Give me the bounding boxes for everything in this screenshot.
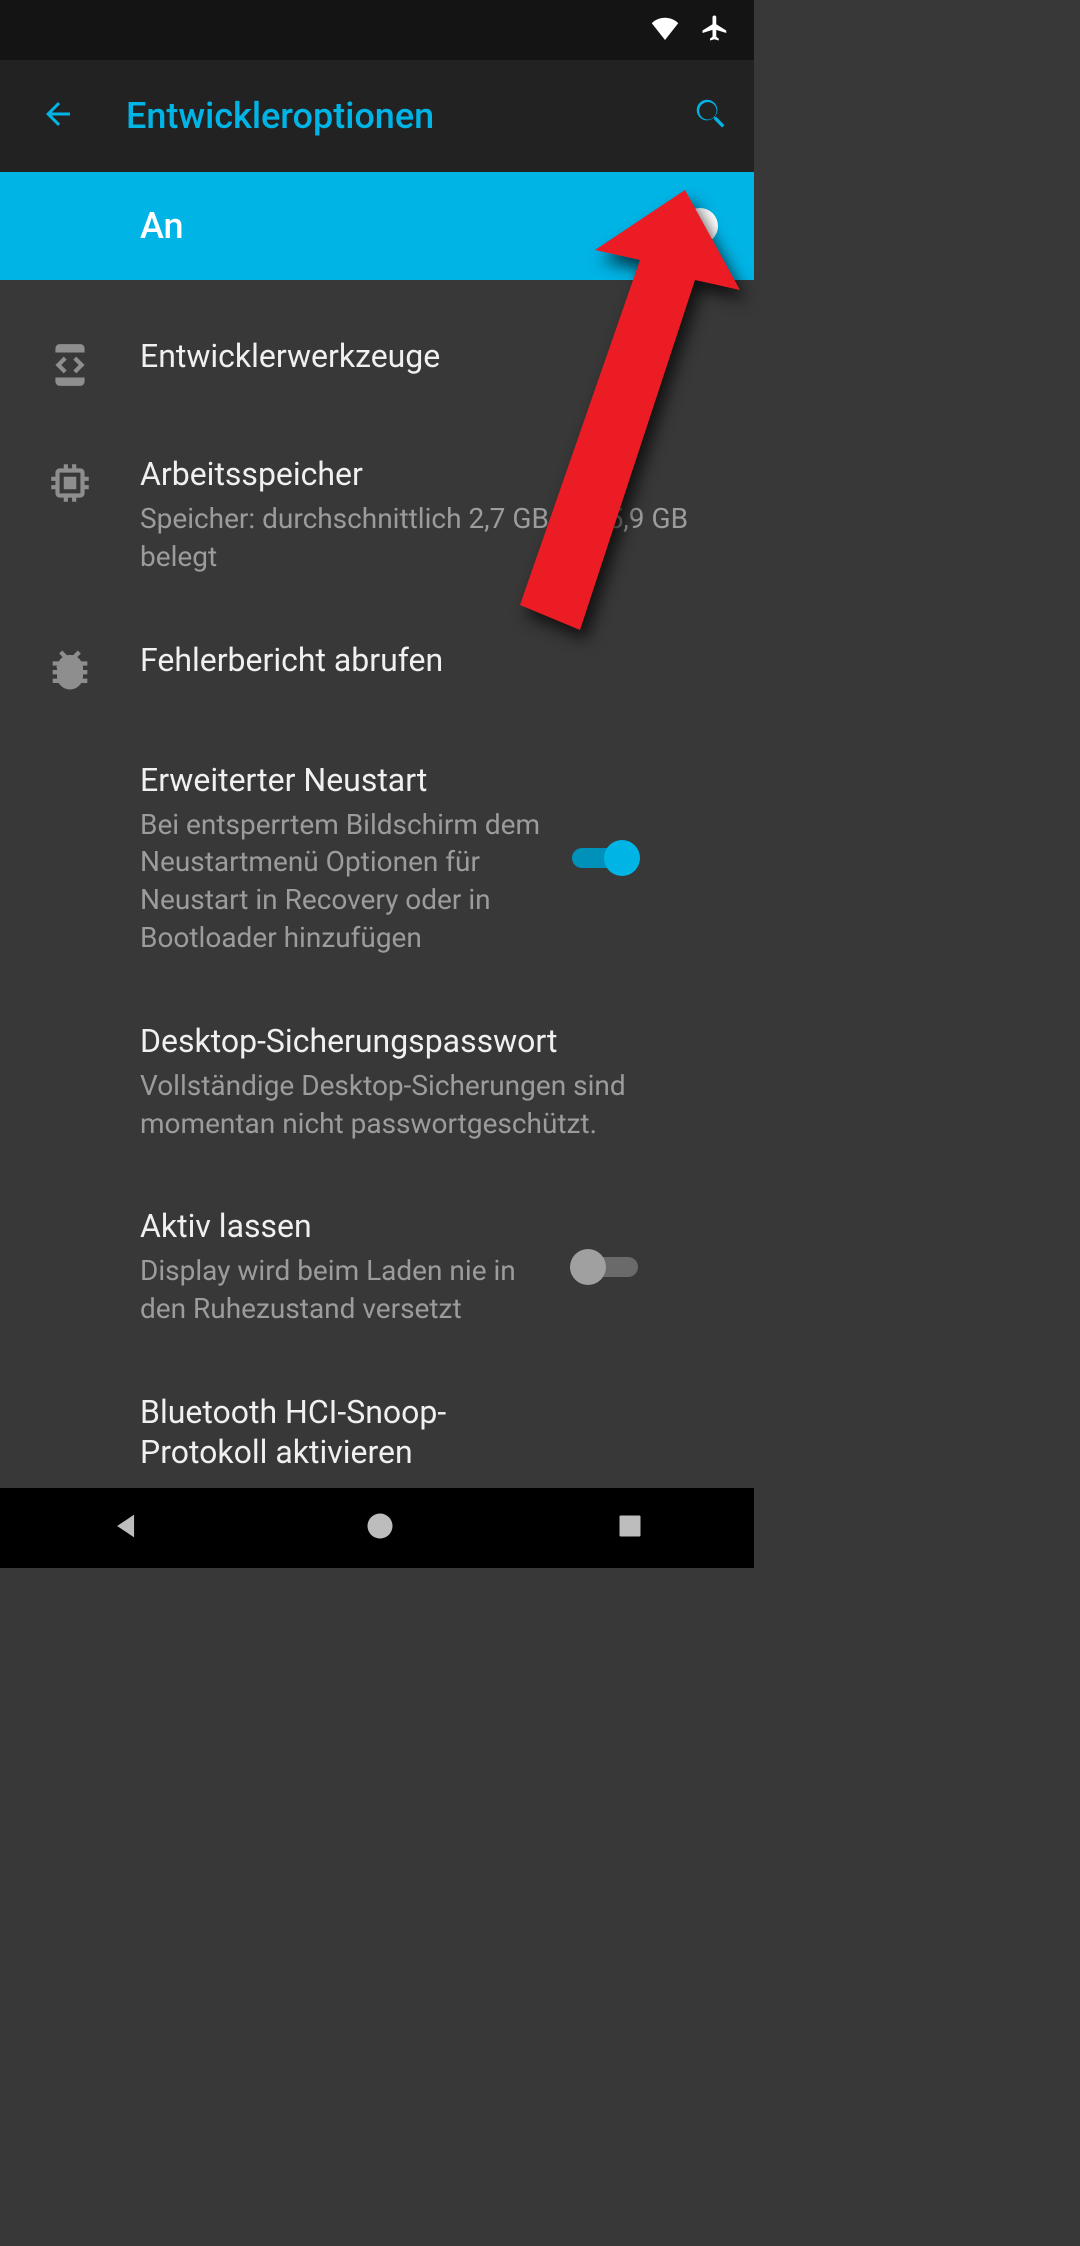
master-toggle-label: An bbox=[140, 205, 646, 247]
search-icon[interactable] bbox=[692, 95, 730, 137]
nav-back-icon[interactable] bbox=[110, 1509, 144, 1547]
row-title: Fehlerbericht abrufen bbox=[140, 640, 714, 680]
settings-list: Entwicklerwerkzeuge Arbeitsspeicher Spei… bbox=[0, 280, 754, 1480]
developer-mode-icon bbox=[0, 336, 140, 390]
page-title: Entwickleroptionen bbox=[126, 95, 692, 137]
row-stay-awake[interactable]: Aktiv lassen Display wird beim Laden nie… bbox=[0, 1174, 754, 1360]
row-subtitle: Vollständige Desktop-Sicherungen sind mo… bbox=[140, 1067, 714, 1143]
row-title: Aktiv lassen bbox=[140, 1206, 544, 1246]
nav-recent-icon[interactable] bbox=[616, 1512, 644, 1544]
row-advanced-restart[interactable]: Erweiterter Neustart Bei entsperrtem Bil… bbox=[0, 728, 754, 989]
row-desktop-backup-password[interactable]: Desktop-Sicherungspasswort Vollständige … bbox=[0, 989, 754, 1175]
row-title: Desktop-Sicherungspasswort bbox=[140, 1021, 714, 1061]
app-bar: Entwickleroptionen bbox=[0, 60, 754, 172]
back-arrow-icon[interactable] bbox=[40, 96, 76, 136]
developer-options-master-toggle[interactable]: An bbox=[0, 172, 754, 280]
row-title: Bluetooth HCI-Snoop-Protokoll aktivieren bbox=[140, 1392, 564, 1472]
toggle-switch[interactable] bbox=[646, 206, 720, 246]
row-bug-report[interactable]: Fehlerbericht abrufen bbox=[0, 608, 754, 728]
airplane-mode-icon bbox=[700, 13, 730, 47]
system-nav-bar bbox=[0, 1488, 754, 1568]
row-title: Arbeitsspeicher bbox=[140, 454, 714, 494]
toggle-switch[interactable] bbox=[568, 838, 642, 878]
bug-icon bbox=[0, 640, 140, 696]
status-bar bbox=[0, 0, 754, 60]
toggle-switch[interactable] bbox=[568, 1247, 642, 1287]
row-subtitle: Bei entsperrtem Bildschirm dem Neustartm… bbox=[140, 806, 544, 957]
wifi-icon bbox=[650, 16, 680, 44]
row-title: Erweiterter Neustart bbox=[140, 760, 544, 800]
row-bt-hci-snoop[interactable]: Bluetooth HCI-Snoop-Protokoll aktivieren bbox=[0, 1360, 754, 1480]
memory-chip-icon bbox=[0, 454, 140, 508]
row-memory[interactable]: Arbeitsspeicher Speicher: durchschnittli… bbox=[0, 422, 754, 608]
row-title: Entwicklerwerkzeuge bbox=[140, 336, 714, 376]
row-subtitle: Speicher: durchschnittlich 2,7 GB von 5,… bbox=[140, 500, 714, 576]
row-dev-tools[interactable]: Entwicklerwerkzeuge bbox=[0, 304, 754, 422]
row-subtitle: Display wird beim Laden nie in den Ruhez… bbox=[140, 1252, 544, 1328]
nav-home-icon[interactable] bbox=[365, 1511, 395, 1545]
